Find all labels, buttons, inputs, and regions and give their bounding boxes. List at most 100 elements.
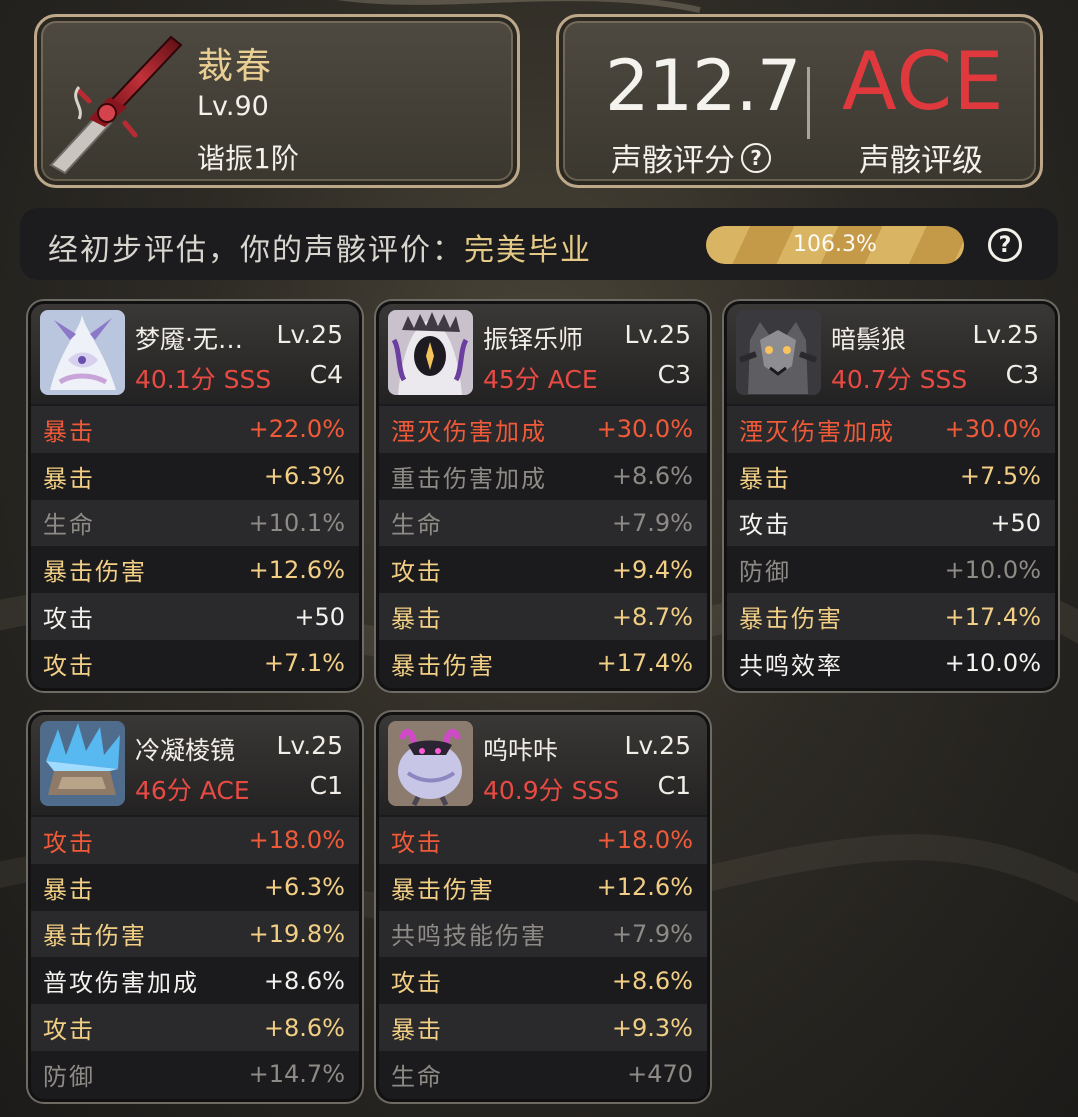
stat-name: 湮灭伤害加成 [391, 417, 547, 446]
main-stat-row: 湮灭伤害加成 +30.0% [379, 406, 707, 453]
sub-stat-row: 暴击 +9.3% [379, 1004, 707, 1051]
sub-stat-row: 普攻伤害加成 +8.6% [31, 957, 359, 1005]
stat-value: +8.6% [263, 966, 345, 995]
score-panel: 212.7 声骸评分 ? ACE 声骸评级 [556, 14, 1043, 188]
echo-score: 40.7分 SSS [831, 365, 968, 394]
help-icon[interactable]: ? [988, 228, 1022, 262]
stat-name: 攻击 [391, 828, 443, 857]
stat-value: +14.7% [248, 1060, 345, 1089]
sub-stat-row: 暴击 +6.3% [31, 452, 359, 500]
hooded-musician-avatar [388, 310, 473, 395]
sub-stat-row: 生命 +10.1% [31, 499, 359, 547]
stat-name: 暴击伤害 [43, 922, 147, 951]
weapon-level: Lv.90 [197, 91, 269, 122]
stat-value: +10.0% [944, 649, 1041, 678]
stat-name: 共鸣效率 [739, 651, 843, 680]
sub-stat-row: 暴击 +8.7% [379, 593, 707, 640]
sub-stat-row: 重击伤害加成 +8.6% [379, 452, 707, 500]
sub-stat-row: 暴击伤害 +12.6% [379, 863, 707, 911]
echo-stat-list: 攻击 +18.0% 暴击 +6.3% 暴击伤害 +19.8% 普攻伤害加成 +8.6% 攻击 +8… [31, 817, 359, 1098]
stat-value: +6.3% [263, 462, 345, 491]
echo-card[interactable]: 冷凝棱镜 Lv.25 46分 ACE C1 攻击 +18.0% 暴击 +6.3% 暴击伤害 +19… [28, 712, 362, 1102]
main-stat-row: 攻击 +18.0% [379, 817, 707, 864]
sub-stat-row: 暴击伤害 +12.6% [31, 546, 359, 594]
stat-value: +7.9% [611, 508, 693, 537]
sub-stat-row: 暴击伤害 +19.8% [31, 910, 359, 958]
weapon-panel: 裁春 Lv.90 谐振1阶 [34, 14, 520, 188]
stat-name: 防御 [43, 1062, 95, 1091]
echo-level: Lv.25 [276, 320, 343, 349]
echo-score-value: 212.7 [605, 45, 801, 127]
stat-name: 暴击 [43, 875, 95, 904]
stat-value: +30.0% [596, 415, 693, 444]
echo-level: Lv.25 [276, 731, 343, 760]
stat-name: 攻击 [739, 511, 791, 540]
echo-cost: C4 [309, 360, 343, 389]
stat-value: +50 [990, 508, 1041, 537]
stat-name: 暴击 [43, 464, 95, 493]
evaluation-bar: 经初步评估，你的声骸评价：完美毕业 106.3% ? [20, 208, 1058, 280]
score-divider [807, 67, 810, 139]
echo-grade-label: 声骸评级 [859, 143, 983, 179]
stat-value: +18.0% [596, 826, 693, 855]
echo-stat-list: 湮灭伤害加成 +30.0% 暴击 +7.5% 攻击 +50 防御 +10.0% 暴击伤害 +17.… [727, 406, 1055, 687]
stat-value: +12.6% [248, 555, 345, 584]
echo-card[interactable]: 暗鬃狼 Lv.25 40.7分 SSS C3 湮灭伤害加成 +30.0% 暴击 +7.5% 攻击… [724, 301, 1058, 691]
stat-name: 共鸣技能伤害 [391, 922, 547, 951]
sub-stat-row: 攻击 +50 [31, 593, 359, 640]
stat-value: +9.4% [611, 555, 693, 584]
echo-card-header: 冷凝棱镜 Lv.25 46分 ACE C1 [31, 715, 359, 815]
main-stat-row: 湮灭伤害加成 +30.0% [727, 406, 1055, 453]
help-icon[interactable]: ? [741, 142, 771, 173]
echo-score: 40.9分 SSS [483, 776, 620, 805]
stat-value: +9.3% [611, 1013, 693, 1042]
sub-stat-row: 攻击 +8.6% [31, 1004, 359, 1051]
echo-cost: C1 [309, 771, 343, 800]
echo-level: Lv.25 [972, 320, 1039, 349]
stat-name: 攻击 [43, 651, 95, 680]
echo-name: 振铎乐师 [483, 325, 584, 354]
stat-value: +18.0% [248, 826, 345, 855]
stat-value: +30.0% [944, 415, 1041, 444]
stat-name: 湮灭伤害加成 [739, 417, 895, 446]
main-stat-row: 攻击 +18.0% [31, 817, 359, 864]
weapon-name: 裁春 [197, 46, 274, 87]
echo-card[interactable]: 振铎乐师 Lv.25 45分 ACE C3 湮灭伤害加成 +30.0% 重击伤害加成 +8.6… [376, 301, 710, 691]
echo-name: 暗鬃狼 [831, 325, 907, 354]
echo-card-header: 暗鬃狼 Lv.25 40.7分 SSS C3 [727, 304, 1055, 404]
main-stat-row: 暴击 +22.0% [31, 406, 359, 453]
stat-value: +17.4% [944, 602, 1041, 631]
stat-value: +8.7% [611, 602, 693, 631]
sub-stat-row: 共鸣技能伤害 +7.9% [379, 910, 707, 958]
echo-name: 冷凝棱镜 [135, 736, 236, 765]
stat-name: 防御 [739, 558, 791, 587]
stat-value: +10.1% [248, 508, 345, 537]
stat-value: +17.4% [596, 649, 693, 678]
stat-value: +8.6% [611, 966, 693, 995]
echo-score: 40.1分 SSS [135, 365, 272, 394]
echo-cost: C3 [657, 360, 691, 389]
stat-value: +8.6% [263, 1013, 345, 1042]
stat-name: 生命 [391, 1062, 443, 1091]
stat-name: 普攻伤害加成 [43, 969, 199, 998]
stat-value: +50 [294, 602, 345, 631]
sub-stat-row: 暴击 +7.5% [727, 452, 1055, 500]
stat-value: +10.0% [944, 555, 1041, 584]
dark-wolf-avatar [736, 310, 821, 395]
sub-stat-row: 暴击 +6.3% [31, 863, 359, 911]
echo-level: Lv.25 [624, 320, 691, 349]
echo-name: 呜咔咔 [483, 736, 559, 765]
echo-card[interactable]: 呜咔咔 Lv.25 40.9分 SSS C1 攻击 +18.0% 暴击伤害 +12.6% 共鸣技… [376, 712, 710, 1102]
echo-cost: C1 [657, 771, 691, 800]
echo-score: 46分 ACE [135, 776, 250, 805]
evaluation-prefix: 经初步评估，你的声骸评价： [48, 233, 464, 268]
ice-prism-avatar [40, 721, 125, 806]
echo-card[interactable]: 梦魇·无… Lv.25 40.1分 SSS C4 暴击 +22.0% 暴击 +6.3% 生命 +1… [28, 301, 362, 691]
stat-value: +7.1% [263, 649, 345, 678]
stat-value: +8.6% [611, 462, 693, 491]
echo-score-label: 声骸评分 [611, 143, 735, 179]
stat-value: +7.5% [959, 462, 1041, 491]
stat-name: 生命 [43, 511, 95, 540]
echo-stat-list: 湮灭伤害加成 +30.0% 重击伤害加成 +8.6% 生命 +7.9% 攻击 +9.4% 暴击 +… [379, 406, 707, 687]
crimson-sword-icon [49, 35, 183, 175]
